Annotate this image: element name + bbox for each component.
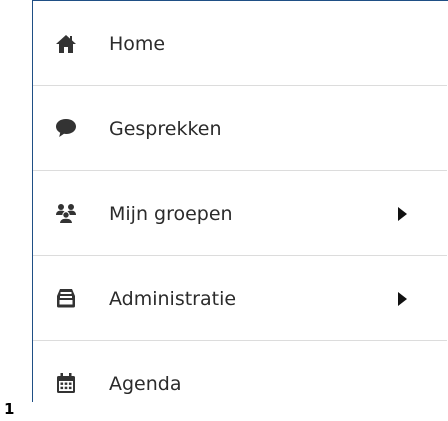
menu-item-home[interactable]: Home: [33, 1, 447, 86]
menu-item-label: Administratie: [109, 288, 237, 310]
page: Home Gesprekken Mijn groepen Administrat…: [0, 0, 448, 421]
navigation-menu: Home Gesprekken Mijn groepen Administrat…: [32, 0, 448, 402]
chat-bubble-icon: [55, 117, 77, 139]
menu-item-agenda[interactable]: Agenda: [33, 341, 447, 421]
submenu-arrow-icon: [398, 292, 407, 306]
submenu-arrow-icon: [398, 207, 407, 221]
menu-item-label: Home: [109, 33, 166, 55]
menu-item-gesprekken[interactable]: Gesprekken: [33, 86, 447, 171]
menu-item-label: Gesprekken: [109, 118, 222, 140]
menu-item-label: Agenda: [109, 373, 182, 395]
calendar-icon: [55, 372, 77, 394]
menu-item-administratie[interactable]: Administratie: [33, 256, 447, 341]
users-icon: [55, 202, 77, 224]
menu-item-label: Mijn groepen: [109, 203, 233, 225]
archive-icon: [55, 287, 77, 309]
menu-item-mijn-groepen[interactable]: Mijn groepen: [33, 171, 447, 256]
page-number: 1: [4, 400, 15, 418]
home-icon: [55, 33, 77, 55]
